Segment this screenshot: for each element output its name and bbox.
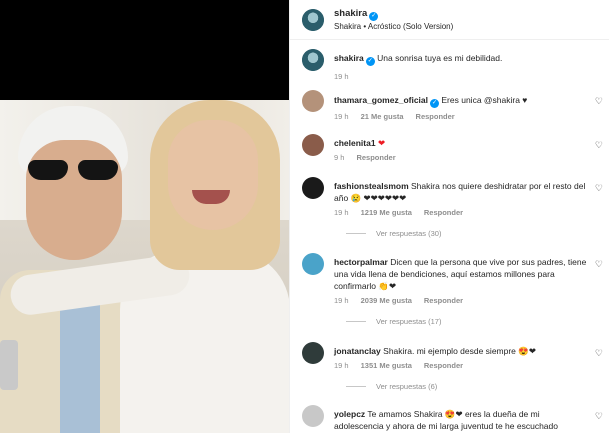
woman-face (168, 120, 258, 230)
sunglasses (28, 160, 120, 182)
post-video-frame[interactable] (0, 100, 289, 433)
comment-text: Shakira. mi ejemplo desde siempre 😍❤ (383, 346, 536, 356)
reply-button[interactable]: Responder (424, 296, 463, 305)
comment-time: 19 h (334, 296, 349, 305)
caption-time: 19 h (334, 72, 349, 81)
phone (0, 340, 18, 390)
comment-time: 19 h (334, 208, 349, 217)
heart-icon[interactable]: ♡ (595, 140, 603, 151)
heart-icon[interactable]: ♡ (595, 348, 603, 359)
list-item: jonatanclay Shakira. mi ejemplo desde si… (302, 342, 609, 391)
comment-username[interactable]: hectorpalmar (334, 257, 388, 267)
comment-text: Te amamos Shakira 😍❤ eres la dueña de mi… (334, 409, 558, 431)
avatar[interactable] (302, 177, 324, 199)
reply-button[interactable]: Responder (424, 208, 463, 217)
reply-button[interactable]: Responder (416, 112, 455, 121)
view-replies-button[interactable]: Ver respuestas (30) (346, 229, 609, 238)
replies-divider (346, 233, 366, 234)
heart-icon[interactable]: ♡ (595, 183, 603, 194)
comment-username[interactable]: yolepcz (334, 409, 365, 419)
verified-icon: ✓ (365, 57, 375, 66)
heart-icon[interactable]: ♡ (595, 411, 603, 422)
replies-divider (346, 386, 366, 387)
view-replies-button[interactable]: Ver respuestas (6) (346, 382, 609, 391)
reply-button[interactable]: Responder (356, 153, 395, 162)
comment-username[interactable]: fashionstealsmom (334, 181, 409, 191)
man-face (26, 140, 122, 260)
list-item: thamara_gomez_oficial ✓ Eres unica @shaki… (302, 90, 609, 121)
comment-likes[interactable]: 1351 Me gusta (361, 361, 412, 370)
comment-likes[interactable]: 1219 Me gusta (361, 208, 412, 217)
avatar[interactable] (302, 342, 324, 364)
avatar[interactable] (302, 134, 324, 156)
comment-time: 19 h (334, 112, 349, 121)
heart-icon[interactable]: ♡ (595, 259, 603, 270)
list-item: fashionstealsmom Shakira nos quiere desh… (302, 177, 609, 238)
replies-divider (346, 321, 366, 322)
comment-likes[interactable]: 2039 Me gusta (361, 296, 412, 305)
post-header: shakira ✓ Shakira • Acróstico (Solo Versi… (290, 0, 609, 40)
view-replies-label: Ver respuestas (30) (376, 229, 442, 238)
comment-time: 19 h (334, 361, 349, 370)
avatar[interactable] (302, 405, 324, 427)
caption: shakira ✓ Una sonrisa tuya es mi debilida… (302, 49, 609, 81)
audio-subtitle[interactable]: Shakira • Acróstico (Solo Version) (334, 21, 453, 33)
list-item: hectorpalmar Dicen que la persona que vi… (302, 253, 609, 326)
avatar[interactable] (302, 90, 324, 112)
reply-button[interactable]: Responder (424, 361, 463, 370)
list-item: chelenita1 ❤ 9 h Responder ♡ (302, 134, 609, 162)
list-item: yolepcz Te amamos Shakira 😍❤ eres la due… (302, 405, 609, 432)
comment-username[interactable]: thamara_gomez_oficial (334, 95, 428, 105)
comment-username[interactable]: chelenita1 (334, 138, 376, 148)
verified-icon: ✓ (430, 99, 440, 108)
comment-username[interactable]: jonatanclay (334, 346, 381, 356)
avatar[interactable] (302, 8, 324, 31)
avatar[interactable] (302, 253, 324, 275)
comment-text: ❤ (377, 138, 386, 148)
view-replies-button[interactable]: Ver respuestas (17) (346, 317, 609, 326)
caption-username[interactable]: shakira (334, 53, 364, 63)
comment-text: Eres unica @shakira ♥ (441, 95, 528, 105)
comment-time: 9 h (334, 153, 345, 162)
comment-likes[interactable]: 21 Me gusta (361, 112, 404, 121)
caption-text: Una sonrisa tuya es mi debilidad. (377, 53, 503, 63)
view-replies-label: Ver respuestas (17) (376, 317, 442, 326)
view-replies-label: Ver respuestas (6) (376, 382, 438, 391)
heart-icon[interactable]: ♡ (595, 96, 603, 107)
post-media[interactable] (0, 0, 289, 433)
header-username[interactable]: shakira (334, 8, 367, 19)
comments-panel: shakira ✓ Shakira • Acróstico (Solo Versi… (289, 0, 609, 433)
avatar[interactable] (302, 49, 324, 71)
verified-icon: ✓ (369, 11, 379, 21)
